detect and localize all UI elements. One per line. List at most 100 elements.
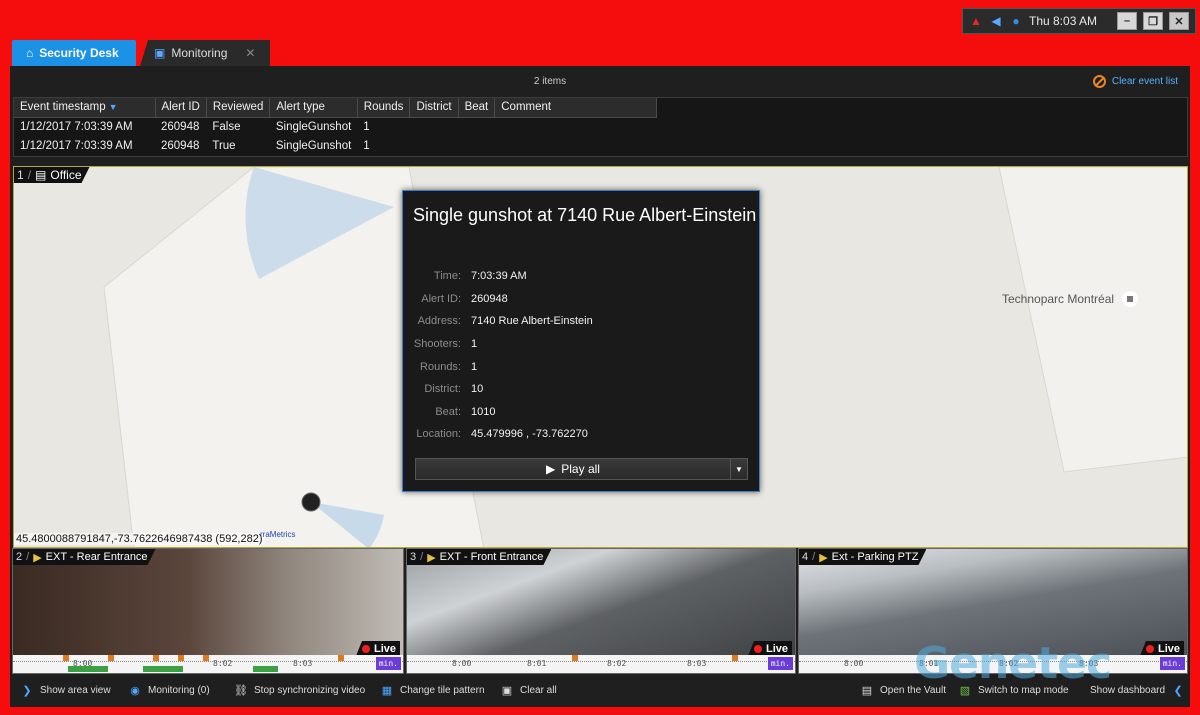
field-row: Alert ID: 260948 [421,292,508,305]
cell-rounds: 1 [363,120,370,133]
open-vault-button[interactable]: ▤ Open the Vault [860,683,946,697]
video-feed[interactable] [13,549,403,657]
monitoring-panel: 2 items Clear event list Event timestamp… [10,66,1190,707]
cell-alert-id: 260948 [161,120,200,133]
column-header[interactable]: Reviewed [206,98,271,118]
alert-popup: Single gunshot at 7140 Rue Albert-Einste… [402,190,760,492]
show-area-view-button[interactable]: ❯ Show area view [20,683,110,697]
tab-label: Security Desk [39,46,119,60]
tile-label: 2/▶ EXT - Rear Entrance [13,549,156,565]
tab-security-desk[interactable]: ⌂ Security Desk [12,40,136,66]
monitoring-button[interactable]: ◉ Monitoring (0) [128,683,210,697]
table-row[interactable]: 1/12/2017 7:03:39 AM 260948 True SingleG… [14,136,657,155]
stop-sync-button[interactable]: ⛓ Stop synchronizing video [234,683,365,697]
timeline-time: 8:01 [527,659,547,668]
video-feed[interactable] [407,549,795,657]
cell-district [410,136,458,155]
switch-map-mode-button[interactable]: ▧ Switch to map mode [958,683,1069,697]
live-dot-icon [753,644,762,653]
minimize-button[interactable]: – [1117,12,1138,30]
timeline-time: 8:00 [452,659,472,668]
clear-event-list-button[interactable]: Clear event list [1092,75,1178,88]
camera-tile[interactable]: 3/▶ EXT - Front Entrance Live 8:00 8:01 8… [406,548,796,674]
cell-alert-type: SingleGunshot [275,120,352,133]
chevron-right-icon: ❯ [22,684,32,697]
poi-icon [1122,291,1139,307]
field-row: Location: 45.479996 , -73.762270 [416,428,588,441]
cell-comment [495,136,657,155]
live-badge: Live [355,641,400,656]
show-dashboard-button[interactable]: Show dashboard ❮ [1090,683,1185,697]
change-tile-pattern-button[interactable]: ▦ Change tile pattern [380,683,485,697]
chevron-left-icon: ❮ [1173,684,1183,697]
chevron-down-icon: ▼ [735,464,743,474]
map-poi[interactable]: Technoparc Montréal [1002,291,1139,307]
timeline-time: 8:03 [687,659,707,668]
map-icon: ▤ [35,168,47,182]
event-list-header: 2 items Clear event list [10,66,1190,98]
clear-all-button[interactable]: ▣ Clear all [500,683,557,697]
live-dot-icon [1145,644,1154,653]
system-tray: ▲ ◀ ● Thu 8:03 AM – ❐ ✕ [962,8,1196,34]
sort-desc-icon: ▼ [108,102,118,113]
globe-icon[interactable]: ● [1009,14,1023,28]
map-coordinates: 45.4800088791847,-73.7622646987438 (592,… [14,533,265,545]
alarm-icon[interactable]: ▲ [969,14,983,28]
map-attribution: rraMetrics [260,530,296,539]
tab-label: Monitoring [171,46,228,60]
field-row: District: 10 [424,383,484,396]
restore-button[interactable]: ❐ [1143,12,1164,30]
column-header[interactable]: Event timestamp ▼ [14,98,156,118]
cell-district [410,117,458,136]
play-icon: ▶ [546,462,556,476]
items-count: 2 items [533,76,567,87]
column-header[interactable]: Rounds [357,98,411,118]
zoom-badge[interactable]: min. [375,657,401,670]
timeline-time: 8:02 [607,659,627,668]
column-header[interactable]: District [409,98,459,118]
zoom-badge[interactable]: min. [767,657,793,670]
zoom-badge[interactable]: min. [1159,657,1185,670]
table-row[interactable]: 1/12/2017 7:03:39 AM 260948 False Single… [14,117,657,136]
live-badge: Live [747,641,792,656]
clock-text: Thu 8:03 AM [1029,14,1098,28]
tile-label: 4/▶ Ext - Parking PTZ [799,549,926,565]
timeline-time: 8:02 [213,659,233,668]
field-row: Beat: 1010 [435,405,496,418]
cell-beat [458,117,495,136]
tile-label: 3/▶ EXT - Front Entrance [407,549,551,565]
cell-beat [458,136,495,155]
column-header[interactable]: Alert ID [155,98,207,118]
cell-timestamp: 1/12/2017 7:03:39 AM [20,139,133,152]
link-icon: ⛓ [234,684,248,697]
bottom-toolbar: ❯ Show area view ◉ Monitoring (0) ⛓ Stop sy… [10,678,1190,702]
cell-timestamp: 1/12/2017 7:03:39 AM [20,120,133,133]
column-header[interactable]: Comment [494,98,658,118]
table-header-row: Event timestamp ▼ Alert ID Reviewed Alert… [14,98,658,118]
speaker-icon[interactable]: ◀ [989,14,1003,28]
column-header[interactable]: Alert type [269,98,358,118]
event-table: Event timestamp ▼ Alert ID Reviewed Alert… [13,97,1188,157]
play-options-dropdown[interactable]: ▼ [730,458,748,480]
cell-rounds: 1 [363,139,370,152]
cell-reviewed: False [212,120,241,133]
popup-fields: Time: 7:03:39 AM Alert ID: 260948 Address:… [403,265,759,446]
close-button[interactable]: ✕ [1169,12,1190,30]
column-header[interactable]: Beat [458,98,496,118]
camera-icon: ▶ [427,551,436,564]
cell-comment [495,117,657,136]
field-row: Time: 7:03:39 AM [433,270,527,283]
tab-monitoring[interactable]: ▣ Monitoring ✕ [140,40,270,66]
close-tab-icon[interactable]: ✕ [245,46,255,60]
camera-tile[interactable]: 2/▶ EXT - Rear Entrance Live 8:00 8:02 8:… [12,548,404,674]
clear-event-list-label: Clear event list [1111,76,1178,87]
play-all-button[interactable]: ▶ Play all [415,458,731,480]
timeline[interactable]: 8:00 8:02 8:03 min. [13,655,403,673]
monitoring-icon: ▣ [154,46,166,60]
tile-label: 1/ ▤ Office [14,167,90,183]
camera-icon[interactable] [301,492,321,512]
home-icon: ⌂ [26,46,34,60]
live-badge: Live [1139,641,1184,656]
timeline[interactable]: 8:00 8:01 8:02 8:03 min. [407,655,795,673]
cell-alert-type: SingleGunshot [275,139,352,152]
